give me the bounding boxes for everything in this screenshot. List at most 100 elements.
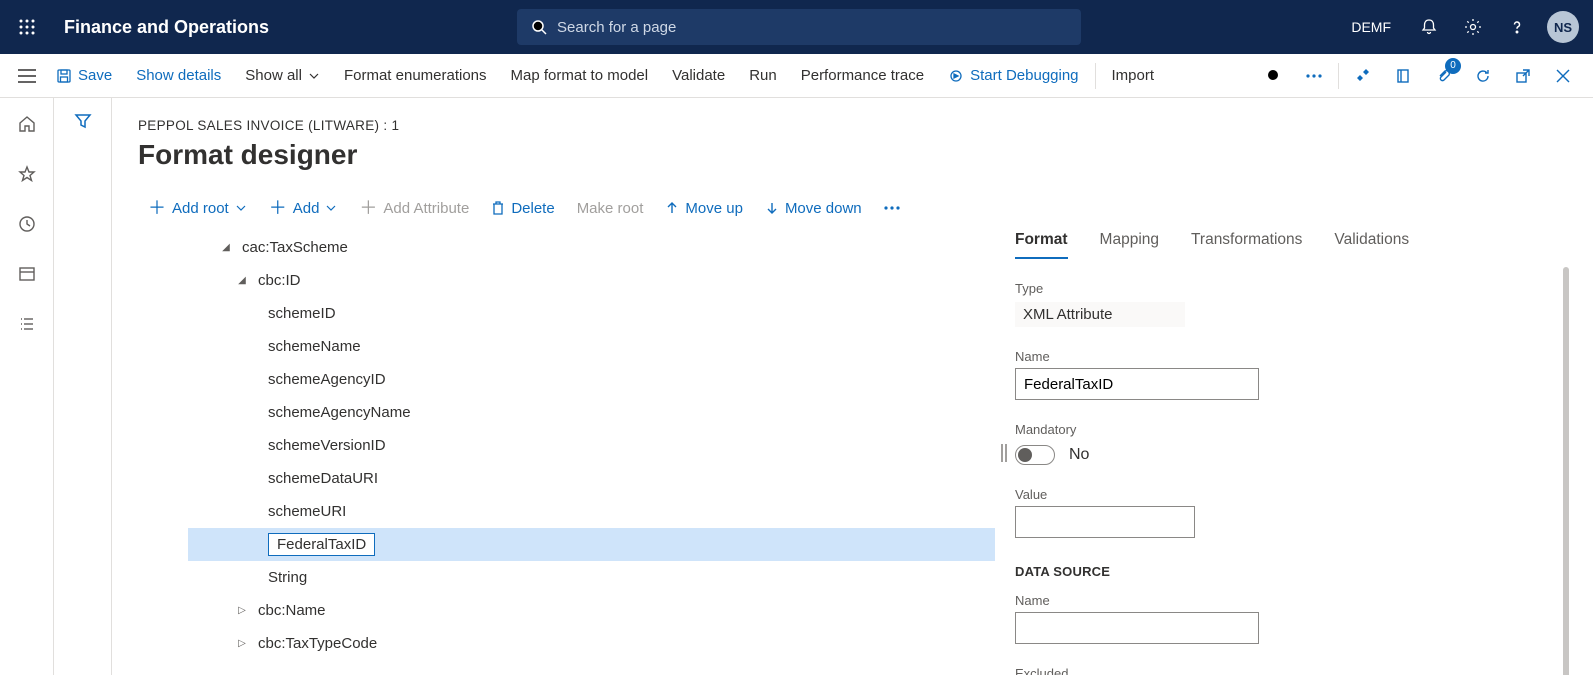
tree-node-cbc-taxtypecode[interactable]: ▷cbc:TaxTypeCode bbox=[188, 627, 995, 660]
import-button[interactable]: Import bbox=[1100, 54, 1167, 98]
split-container: ◢cac:TaxScheme ◢cbc:ID schemeID schemeNa… bbox=[138, 231, 1593, 675]
action-pane: Save Show details Show all Format enumer… bbox=[0, 54, 1593, 98]
show-details-button[interactable]: Show details bbox=[124, 54, 233, 98]
tree-node-label: cbc:ID bbox=[258, 272, 301, 289]
more-tree-actions-icon[interactable] bbox=[874, 202, 910, 214]
attachments-icon[interactable]: 0 bbox=[1423, 56, 1463, 96]
filter-icon[interactable] bbox=[74, 112, 92, 675]
popout-icon[interactable] bbox=[1503, 56, 1543, 96]
add-button[interactable]: ＋ Add bbox=[259, 195, 348, 221]
tree-node-schemeagencyname[interactable]: schemeAgencyName bbox=[188, 396, 995, 429]
tree-node-schemeversionid[interactable]: schemeVersionID bbox=[188, 429, 995, 462]
data-source-header: DATA SOURCE bbox=[1015, 564, 1569, 579]
tree-toolbar: ＋ Add root ＋ Add ＋ Add Attribute Delete bbox=[138, 195, 1593, 221]
scrollbar[interactable] bbox=[1563, 267, 1569, 675]
tree-node-schemeagencyid[interactable]: schemeAgencyID bbox=[188, 363, 995, 396]
tree-node-label: cbc:TaxTypeCode bbox=[258, 635, 377, 652]
move-up-label: Move up bbox=[685, 200, 743, 217]
tree-node-federaltaxid[interactable]: FederalTaxID bbox=[188, 528, 995, 561]
filter-column bbox=[54, 98, 112, 675]
separator bbox=[1338, 63, 1339, 89]
add-root-button[interactable]: ＋ Add root bbox=[138, 195, 257, 221]
show-all-button[interactable]: Show all bbox=[233, 54, 332, 98]
extension-icon[interactable] bbox=[1343, 56, 1383, 96]
page-title: Format designer bbox=[138, 139, 1593, 171]
field-type: Type XML Attribute bbox=[1015, 281, 1569, 327]
value-label: Value bbox=[1015, 487, 1569, 502]
tree-node-label: schemeURI bbox=[268, 503, 346, 520]
import-label: Import bbox=[1112, 67, 1155, 84]
delete-button[interactable]: Delete bbox=[481, 196, 564, 221]
show-all-label: Show all bbox=[245, 67, 302, 84]
tab-transformations[interactable]: Transformations bbox=[1191, 231, 1302, 259]
tree-node-schemeid[interactable]: schemeID bbox=[188, 297, 995, 330]
app-launcher-icon[interactable] bbox=[8, 8, 46, 46]
move-up-button[interactable]: Move up bbox=[655, 196, 753, 221]
tree-node-label: schemeVersionID bbox=[268, 437, 386, 454]
workspaces-icon[interactable] bbox=[15, 262, 39, 286]
move-down-button[interactable]: Move down bbox=[755, 196, 872, 221]
open-office-icon[interactable] bbox=[1383, 56, 1423, 96]
start-debug-label: Start Debugging bbox=[970, 67, 1078, 84]
save-label: Save bbox=[78, 67, 112, 84]
make-root-button: Make root bbox=[567, 196, 654, 221]
tab-format[interactable]: Format bbox=[1015, 231, 1068, 259]
format-tree[interactable]: ◢cac:TaxScheme ◢cbc:ID schemeID schemeNa… bbox=[138, 231, 995, 675]
tree-node-schemedatauri[interactable]: schemeDataURI bbox=[188, 462, 995, 495]
tree-node-cbc-name[interactable]: ▷cbc:Name bbox=[188, 594, 995, 627]
close-icon[interactable] bbox=[1543, 56, 1583, 96]
tree-node-schemeuri[interactable]: schemeURI bbox=[188, 495, 995, 528]
performance-trace-button[interactable]: Performance trace bbox=[789, 54, 936, 98]
run-button[interactable]: Run bbox=[737, 54, 789, 98]
chevron-down-icon bbox=[325, 202, 337, 214]
value-input[interactable] bbox=[1015, 506, 1195, 538]
recent-icon[interactable] bbox=[15, 212, 39, 236]
vertical-splitter[interactable] bbox=[995, 231, 1013, 675]
validate-button[interactable]: Validate bbox=[660, 54, 737, 98]
tree-node-label: cbc:Name bbox=[258, 602, 326, 619]
tree-node-label: schemeAgencyName bbox=[268, 404, 411, 421]
field-excluded: Excluded No bbox=[1015, 666, 1569, 675]
tree-node-string[interactable]: String bbox=[188, 561, 995, 594]
format-enum-label: Format enumerations bbox=[344, 67, 487, 84]
favorites-icon[interactable] bbox=[15, 162, 39, 186]
company-selector[interactable]: DEMF bbox=[1351, 19, 1391, 35]
app-title: Finance and Operations bbox=[64, 17, 269, 38]
user-avatar[interactable]: NS bbox=[1547, 11, 1579, 43]
properties-tabs: Format Mapping Transformations Validatio… bbox=[1015, 231, 1569, 259]
tab-mapping[interactable]: Mapping bbox=[1100, 231, 1159, 259]
help-icon[interactable] bbox=[1497, 7, 1537, 47]
make-root-label: Make root bbox=[577, 200, 644, 217]
map-format-button[interactable]: Map format to model bbox=[499, 54, 661, 98]
move-down-label: Move down bbox=[785, 200, 862, 217]
notifications-icon[interactable] bbox=[1409, 7, 1449, 47]
field-mandatory: Mandatory No bbox=[1015, 422, 1569, 465]
find-icon[interactable] bbox=[1254, 56, 1294, 96]
tab-validations[interactable]: Validations bbox=[1334, 231, 1409, 259]
home-icon[interactable] bbox=[15, 112, 39, 136]
format-enumerations-button[interactable]: Format enumerations bbox=[332, 54, 499, 98]
ds-name-label: Name bbox=[1015, 593, 1569, 608]
name-input[interactable] bbox=[1015, 368, 1259, 400]
ds-name-input[interactable] bbox=[1015, 612, 1259, 644]
more-actions-icon[interactable] bbox=[1294, 56, 1334, 96]
settings-icon[interactable] bbox=[1453, 7, 1493, 47]
nav-pane-toggle[interactable] bbox=[10, 69, 44, 83]
tree-node-label: FederalTaxID bbox=[268, 533, 375, 556]
global-search[interactable]: Search for a page bbox=[517, 9, 1081, 45]
mandatory-toggle[interactable] bbox=[1015, 445, 1055, 465]
modules-icon[interactable] bbox=[15, 312, 39, 336]
chevron-down-icon bbox=[308, 70, 320, 82]
tree-node-schemename[interactable]: schemeName bbox=[188, 330, 995, 363]
save-button[interactable]: Save bbox=[44, 54, 124, 98]
mandatory-value-text: No bbox=[1069, 446, 1089, 464]
start-debugging-button[interactable]: Start Debugging bbox=[936, 54, 1090, 98]
refresh-icon[interactable] bbox=[1463, 56, 1503, 96]
tree-node-cbc-id[interactable]: ◢cbc:ID bbox=[188, 264, 995, 297]
content: PEPPOL SALES INVOICE (LITWARE) : 1 Forma… bbox=[112, 98, 1593, 675]
add-label: Add bbox=[293, 200, 320, 217]
top-nav-bar: Finance and Operations Search for a page… bbox=[0, 0, 1593, 54]
show-details-label: Show details bbox=[136, 67, 221, 84]
tree-node-tax-scheme[interactable]: ◢cac:TaxScheme bbox=[188, 231, 995, 264]
map-model-label: Map format to model bbox=[511, 67, 649, 84]
